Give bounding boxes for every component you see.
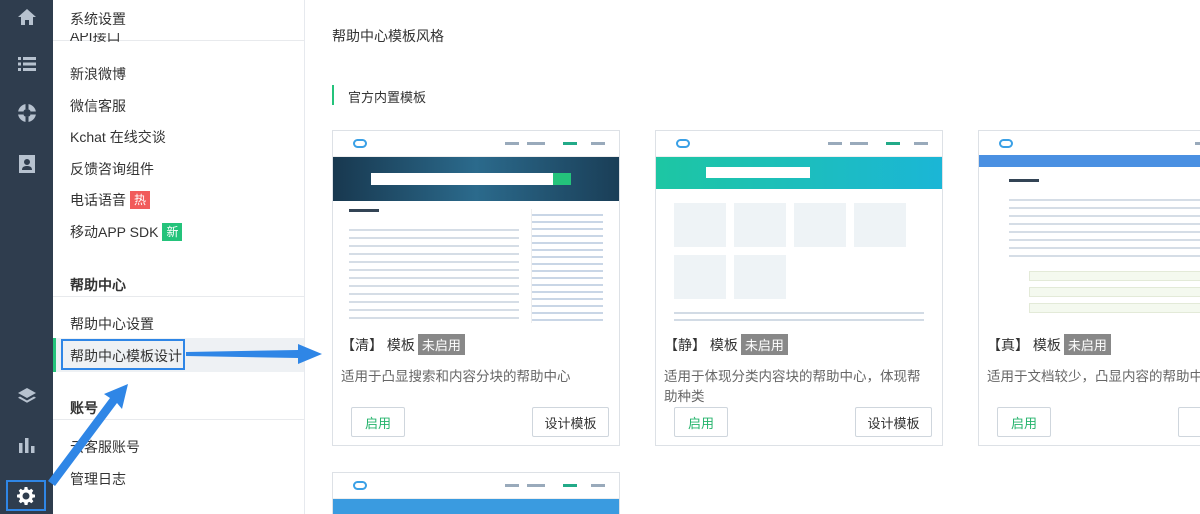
sidebar-item-admin-log[interactable]: 管理日志 [70,469,126,489]
design-template-button[interactable]: 设 [1178,407,1200,437]
sidebar-item-help-center-settings[interactable]: 帮助中心设置 [70,314,154,334]
enable-button[interactable]: 启用 [674,407,728,437]
sidebar-item-wechat[interactable]: 微信客服 [70,96,126,116]
cloud-logo-icon [353,481,367,490]
template-card-qing: 【清】 模板 未启用 适用于凸显搜索和内容分块的帮助中心 启用 设计模板 [332,130,620,446]
preview-banner [656,157,942,189]
layers-icon[interactable] [0,379,53,413]
divider [53,419,304,420]
status-badge: 未启用 [740,334,788,355]
preview-search-banner [333,157,619,201]
cloud-logo-icon [999,139,1013,148]
sidebar-item-mobile-sdk[interactable]: 移动APP SDK 新 [70,222,183,242]
account-section-title: 账号 [70,400,98,416]
sidebar-item-kchat[interactable]: Kchat 在线交谈 [70,127,166,147]
cloud-logo-icon [353,139,367,148]
template-preview-qing[interactable] [333,131,619,325]
lifebuoy-icon[interactable] [0,96,53,130]
template-description: 适用于凸显搜索和内容分块的帮助中心 [341,369,571,384]
sidebar-item-cloud-account[interactable]: 云客服账号 [70,437,140,457]
gear-icon[interactable] [16,486,36,506]
template-description: 适用于体现分类内容块的帮助中心，体现帮助种类 [664,369,921,403]
template-preview-fourth[interactable] [333,473,619,514]
template-preview-jing[interactable] [656,131,942,325]
sidebar-item-api[interactable]: API接口 [70,33,121,47]
enable-button[interactable]: 启用 [351,407,405,437]
contact-card-icon[interactable] [0,147,53,181]
sidebar-item-phone-voice[interactable]: 电话语音热 [70,190,151,210]
sidebar-item-weibo[interactable]: 新浪微博 [70,64,126,84]
section-accent-bar [332,85,334,105]
settings-sidebar: 系统设置 API接口 新浪微博 微信客服 Kchat 在线交谈 反馈咨询组件 电… [53,0,305,514]
icon-rail [0,0,53,514]
new-badge: 新 [162,223,183,241]
list-icon[interactable] [0,47,53,81]
help-center-section-title: 帮助中心 [70,277,126,293]
bar-chart-icon[interactable] [0,428,53,462]
home-icon[interactable] [0,0,53,34]
template-name-row: 【静】 模板 未启用 [664,334,788,355]
sidebar-item-feedback-widget[interactable]: 反馈咨询组件 [70,159,154,179]
section-title: 官方内置模板 [348,90,427,105]
settings-active-highlight[interactable] [6,480,46,511]
sidebar-header: 系统设置 [70,11,126,27]
app-window: 系统设置 API接口 新浪微博 微信客服 Kchat 在线交谈 反馈咨询组件 电… [0,0,1200,514]
design-template-button[interactable]: 设计模板 [855,407,932,437]
template-card-fourth [332,472,620,514]
active-indicator [53,338,56,372]
annotation-highlight-box [61,339,185,370]
status-badge: 未启用 [1063,334,1111,355]
main-content: 帮助中心模板风格 官方内置模板 【清】 模板 未启用 适用于凸显搜索和内容分块的… [305,0,1200,514]
preview-banner [979,155,1200,167]
enable-button[interactable]: 启用 [997,407,1051,437]
divider [53,296,304,297]
template-name-row: 【清】 模板 未启用 [341,334,465,355]
cloud-logo-icon [676,139,690,148]
page-title: 帮助中心模板风格 [332,28,444,44]
template-card-zhen: 【真】 模板未启用 适用于文档较少，凸显内容的帮助中心 启用 设 [978,130,1200,446]
status-badge: 未启用 [417,334,465,355]
template-name-row: 【真】 模板 未启用 [987,334,1111,355]
hot-badge: 热 [130,191,151,209]
template-preview-zhen[interactable] [979,131,1200,325]
template-card-jing: 【静】 模板 未启用 适用于体现分类内容块的帮助中心，体现帮助种类 启用 设计模板 [655,130,943,446]
template-description: 适用于文档较少，凸显内容的帮助中心 [987,369,1200,384]
design-template-button[interactable]: 设计模板 [532,407,609,437]
